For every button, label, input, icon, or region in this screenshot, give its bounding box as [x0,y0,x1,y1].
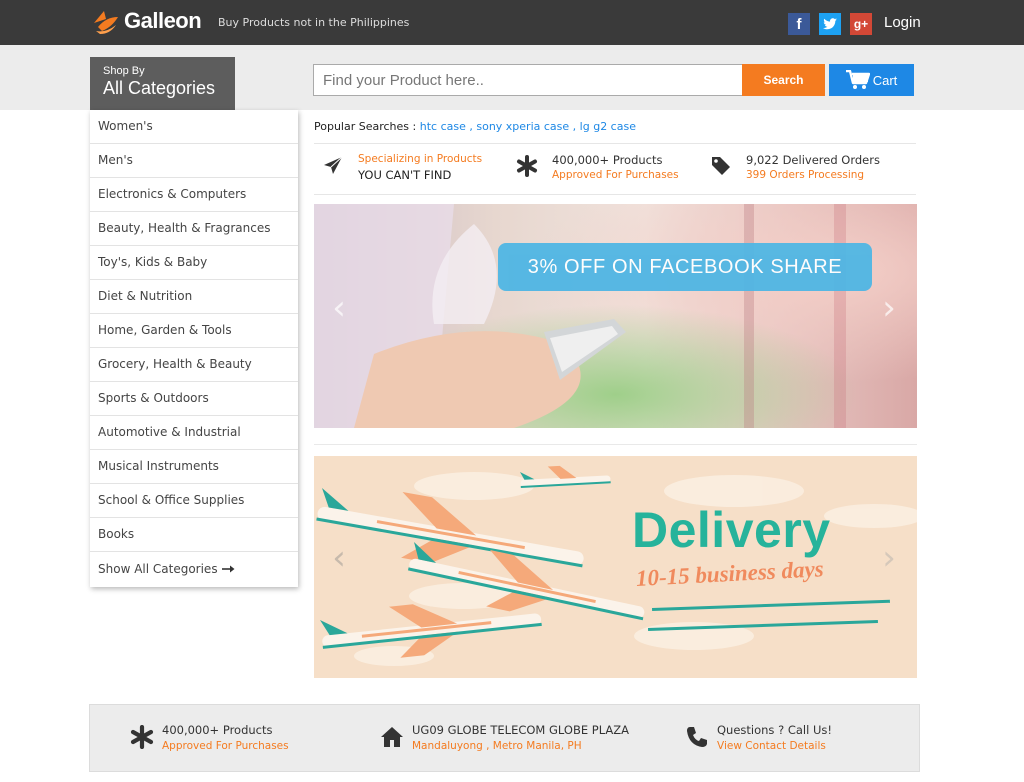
carousel-prev-icon-2[interactable]: ‹ [326,538,352,578]
sidebar-item-toys[interactable]: Toy's, Kids & Baby [90,246,298,280]
feature-products: 400,000+ Products Approved For Purchases [516,153,679,181]
footer-info-strip: 400,000+ Products Approved For Purchases… [89,704,920,772]
show-all-categories-link[interactable]: Show All Categories [90,552,298,586]
carousel-prev-icon[interactable]: ‹ [326,288,352,328]
cart-button[interactable]: Cart [829,64,914,96]
carousel-next-icon-2[interactable]: › [876,538,902,578]
carousel-next-icon[interactable]: › [876,288,902,328]
feature-products-line2: Approved For Purchases [552,169,679,181]
show-all-label: Show All Categories [98,561,218,576]
features-row: Specializing in Products YOU CAN'T FIND … [314,143,916,195]
category-sidebar: Women's Men's Electronics & Computers Be… [90,110,298,587]
feature-specializing-line2: YOU CAN'T FIND [358,168,452,182]
promo-facebook-share-label: 3% OFF ON FACEBOOK SHARE [498,243,872,291]
feature-specializing-line1: Specializing in Products [358,153,483,165]
plane-icon [324,156,343,174]
sidebar-item-musical[interactable]: Musical Instruments [90,450,298,484]
facebook-glyph: f [796,15,802,33]
sidebar-item-womens[interactable]: Women's [90,110,298,144]
footer-contact-line1: Questions ? Call Us! [717,723,832,737]
sidebar-item-sports[interactable]: Sports & Outdoors [90,382,298,416]
feature-products-line1: 400,000+ Products [552,153,663,167]
promo-banner-facebook[interactable]: 3% OFF ON FACEBOOK SHARE ‹ › [314,204,917,428]
popular-link-sony[interactable]: sony xperia case [476,120,569,133]
footer-item-address: UG09 GLOBE TELECOM GLOBE PLAZA Mandaluyo… [380,723,629,752]
sidebar-item-mens[interactable]: Men's [90,144,298,178]
feature-orders: 9,022 Delivered Orders 399 Orders Proces… [710,153,880,181]
shop-by-small-label: Shop By [103,65,145,77]
top-bar: Galleon Buy Products not in the Philippi… [0,0,1024,45]
footer-item-contact: Questions ? Call Us! View Contact Detail… [685,723,832,752]
search-button[interactable]: Search [742,64,825,96]
sidebar-item-books[interactable]: Books [90,518,298,552]
banner-divider [314,444,917,445]
shop-by-categories-button[interactable]: Shop By All Categories [90,57,235,110]
delivery-title: Delivery [632,502,831,558]
twitter-bird-icon [823,18,837,30]
footer-item-products: 400,000+ Products Approved For Purchases [130,723,289,752]
arrow-right-icon [221,565,235,573]
asterisk-icon [130,725,154,749]
popular-searches: Popular Searches : htc case , sony xperi… [314,120,636,133]
asterisk-icon [517,155,537,177]
sidebar-item-home-garden[interactable]: Home, Garden & Tools [90,314,298,348]
feature-specializing: Specializing in Products YOU CAN'T FIND [322,153,482,182]
search-input[interactable] [313,64,743,96]
footer-address-line2: Mandaluyong , Metro Manila, PH [412,740,582,752]
login-link[interactable]: Login [884,14,921,31]
banner-photo-background [314,204,917,428]
google-plus-icon[interactable]: g+ [850,13,872,35]
site-logo[interactable]: Galleon [92,7,202,35]
galleon-logo-icon [94,11,118,34]
sidebar-item-grocery[interactable]: Grocery, Health & Beauty [90,348,298,382]
sidebar-item-diet[interactable]: Diet & Nutrition [90,280,298,314]
feature-orders-line1: 9,022 Delivered Orders [746,153,880,167]
tag-icon [712,157,730,175]
feature-orders-line2: 399 Orders Processing [746,169,865,181]
shop-by-big-label: All Categories [103,78,216,98]
view-contact-details-link[interactable]: View Contact Details [717,740,832,752]
airplanes-illustration [316,465,917,666]
footer-products-line1: 400,000+ Products [162,723,273,737]
sidebar-item-beauty[interactable]: Beauty, Health & Fragrances [90,212,298,246]
popular-link-htc[interactable]: htc case [420,120,466,133]
sidebar-item-school-office[interactable]: School & Office Supplies [90,484,298,518]
sidebar-item-automotive[interactable]: Automotive & Industrial [90,416,298,450]
cart-label: Cart [872,72,898,88]
google-plus-glyph: g+ [853,17,869,31]
footer-products-line2: Approved For Purchases [162,740,289,752]
facebook-icon[interactable]: f [788,13,810,35]
delivery-banner[interactable]: Delivery 10-15 business days ‹ › [314,456,917,678]
logo-text: Galleon [124,8,202,33]
twitter-icon[interactable] [819,13,841,35]
popular-searches-label: Popular Searches : [314,120,417,133]
tagline: Buy Products not in the Philippines [218,16,410,29]
sidebar-item-electronics[interactable]: Electronics & Computers [90,178,298,212]
home-icon [381,727,403,747]
phone-icon [687,727,707,747]
popular-link-lg[interactable]: lg g2 case [580,120,636,133]
footer-address-line1: UG09 GLOBE TELECOM GLOBE PLAZA [412,723,630,737]
cart-icon [845,70,870,89]
